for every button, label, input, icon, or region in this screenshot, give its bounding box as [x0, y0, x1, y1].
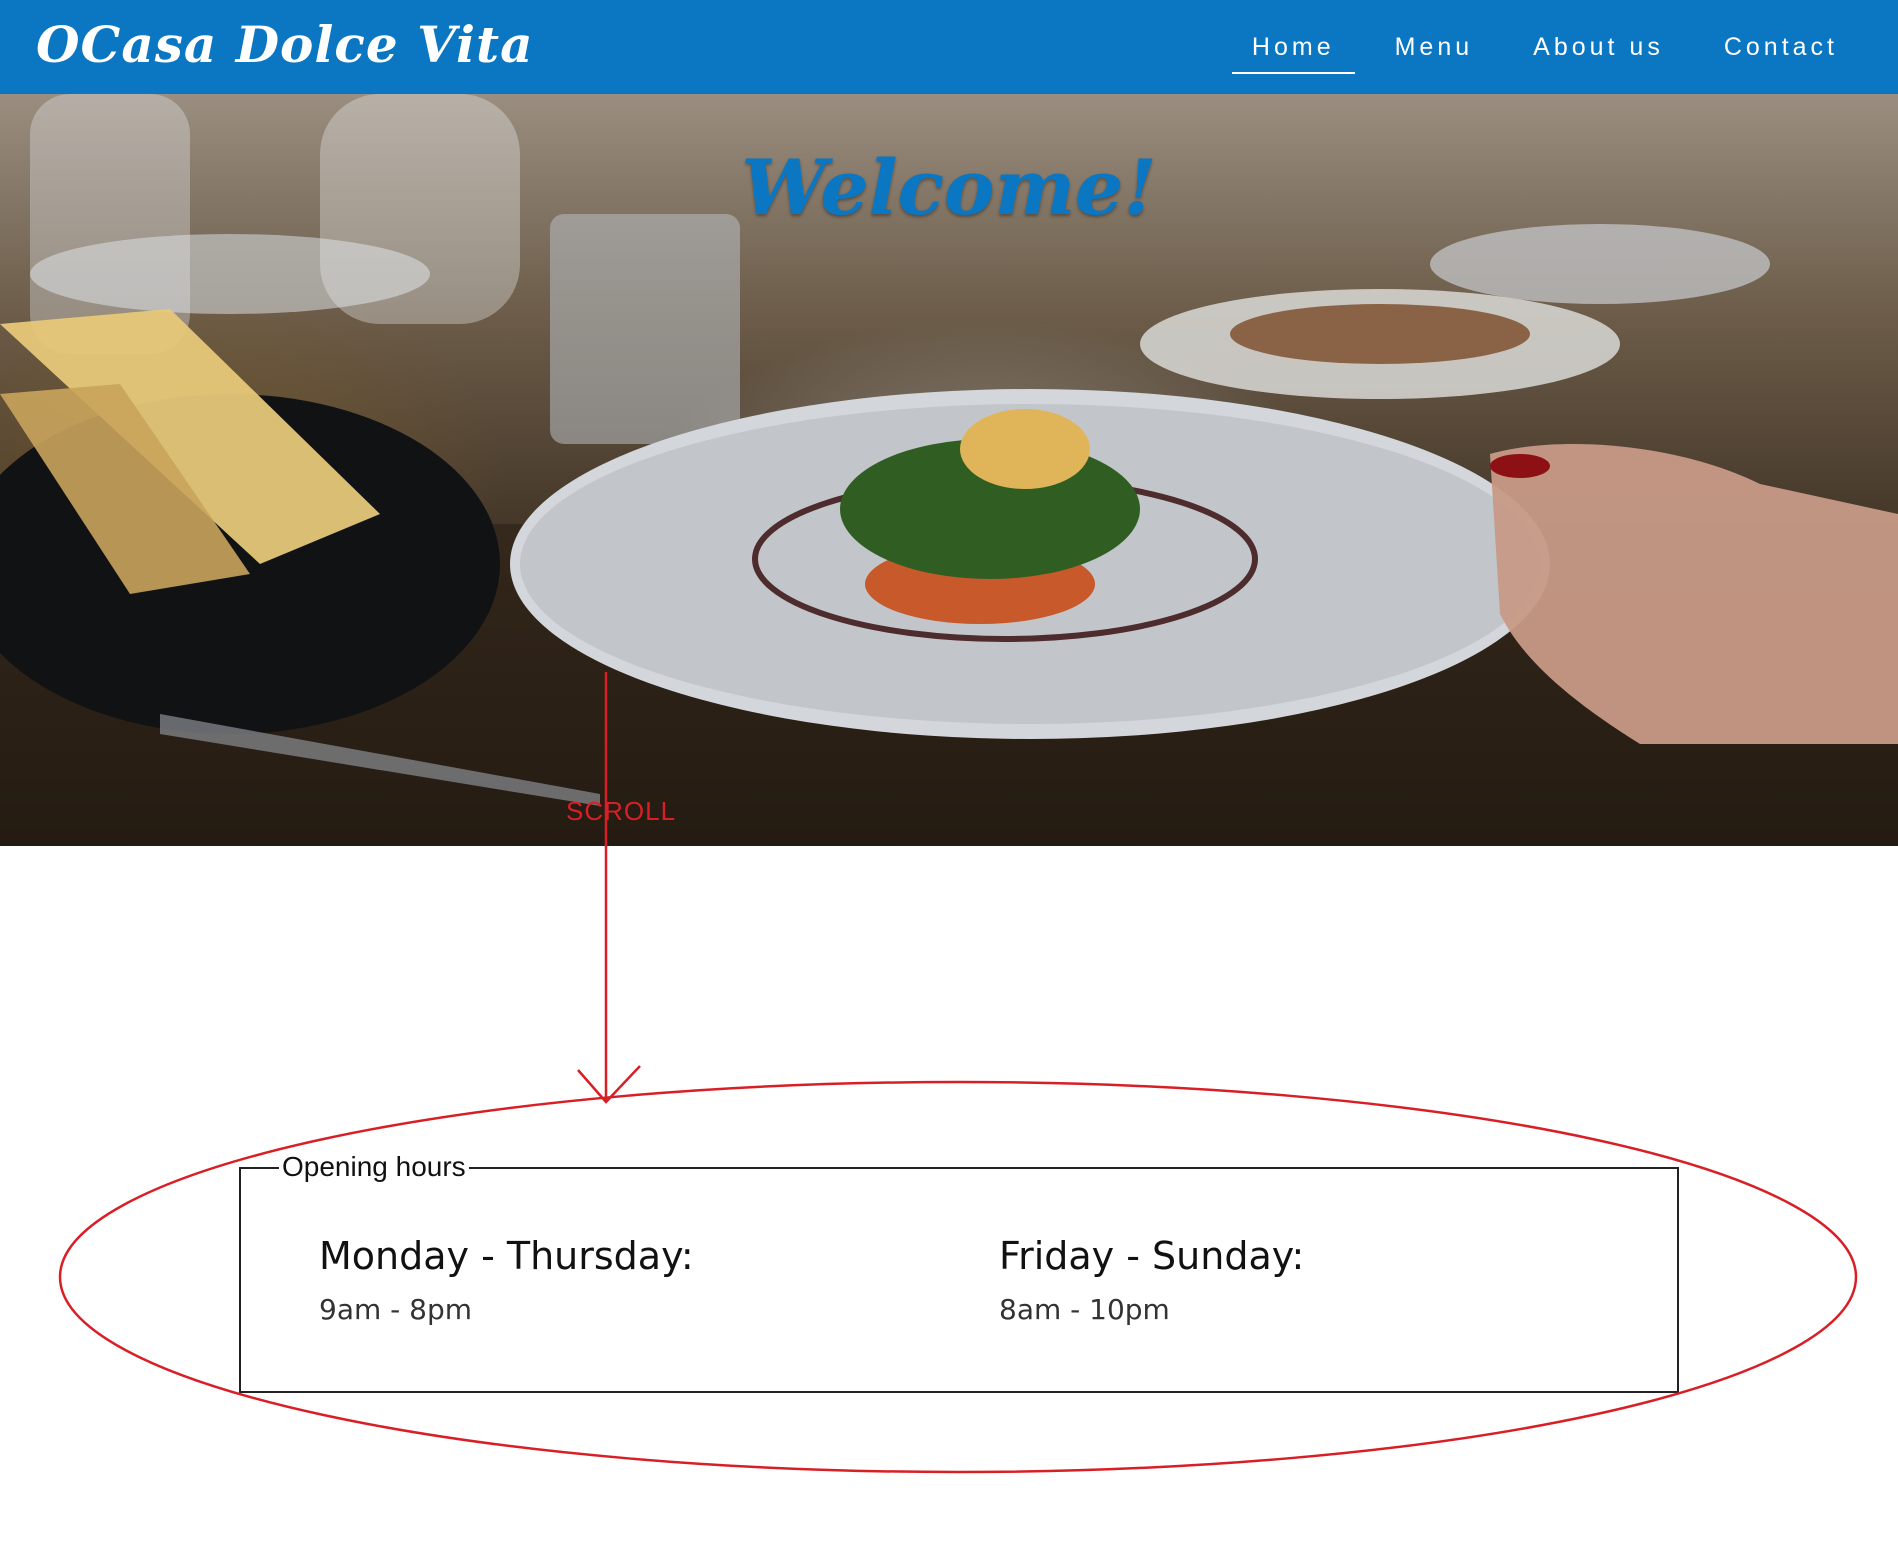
brand-logo[interactable]: OCasa Dolce Vita — [36, 14, 533, 76]
main-nav: Home Menu About us Contact — [1231, 22, 1858, 74]
hours-group-weekend: Friday - Sunday: 8am - 10pm — [999, 1233, 1304, 1327]
hours-days: Monday - Thursday: — [319, 1234, 694, 1278]
opening-hours-legend: Opening hours — [279, 1151, 469, 1183]
nav-item-menu[interactable]: Menu — [1375, 22, 1494, 72]
navbar: OCasa Dolce Vita Home Menu About us Cont… — [0, 0, 1898, 94]
nav-item-about-us[interactable]: About us — [1513, 22, 1684, 72]
background-food — [1230, 304, 1530, 364]
page: OCasa Dolce Vita Home Menu About us Cont… — [0, 0, 1898, 1563]
nav-item-home[interactable]: Home — [1231, 22, 1355, 74]
hours-time: 8am - 10pm — [999, 1293, 1170, 1326]
hero-banner: Welcome! — [0, 94, 1898, 846]
opening-hours-box: Opening hours Monday - Thursday: 9am - 8… — [239, 1151, 1679, 1393]
water-glass — [550, 214, 740, 444]
hours-group-weekdays: Monday - Thursday: 9am - 8pm — [319, 1233, 694, 1327]
welcome-heading: Welcome! — [741, 143, 1157, 232]
hours-days: Friday - Sunday: — [999, 1234, 1305, 1278]
fingernail — [1490, 454, 1550, 478]
fish-fillet — [960, 409, 1090, 489]
scroll-arrow-head — [577, 1065, 641, 1104]
hours-time: 9am - 8pm — [319, 1293, 473, 1326]
scroll-annotation-label: SCROLL — [566, 796, 677, 826]
nav-item-contact[interactable]: Contact — [1704, 22, 1858, 72]
